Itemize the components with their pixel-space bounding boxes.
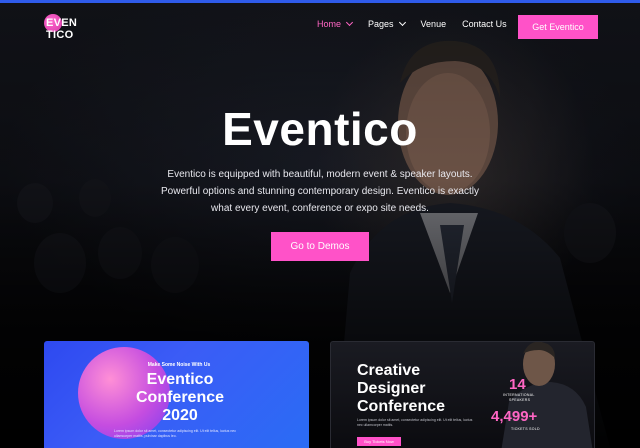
main-nav: Home Pages Venue Contact Us [317, 18, 523, 29]
card-title: Eventico Conference 2020 [110, 371, 250, 425]
brand-logo[interactable]: EVEN TICO [44, 14, 86, 44]
nav-item-pages[interactable]: Pages [368, 18, 406, 29]
nav-item-contact-label: Contact Us [462, 19, 507, 29]
card-body-text: Lorem ipsum dolor sit amet, consectetur … [114, 429, 236, 438]
speakers-count: 14 [509, 376, 526, 393]
nav-item-pages-label: Pages [368, 19, 394, 29]
nav-item-home-label: Home [317, 19, 342, 29]
buy-tickets-button[interactable]: Buy Tickets Now [357, 437, 401, 446]
card-title-line-1: Creative [357, 362, 421, 379]
card-title-line-1: Eventico [146, 371, 214, 388]
nav-item-contact[interactable]: Contact Us [462, 19, 507, 29]
go-to-demos-button[interactable]: Go to Demos [271, 232, 369, 261]
speakers-label-1: INTERNATIONAL [503, 393, 535, 397]
speakers-label-2: SPEAKERS [509, 398, 531, 402]
card-body-text: Lorem ipsum dolor sit amet, consectetur … [357, 418, 473, 427]
hero-title: Eventico [222, 103, 418, 155]
demo-card-eventico-conference[interactable]: Make Some Noise With Us Eventico Confere… [44, 341, 309, 448]
logo-text: EVEN TICO [46, 17, 86, 41]
tickets-count: 4,499+ [491, 408, 538, 425]
card-title-line-2: Conference [135, 389, 225, 406]
nav-item-venue[interactable]: Venue [421, 19, 447, 29]
card-title-line-3: 2020 [162, 407, 198, 424]
card-title-line-2: Designer [357, 380, 426, 397]
nav-item-venue-label: Venue [420, 19, 447, 29]
card-kicker: Make Some Noise With Us [147, 362, 211, 368]
get-eventico-button[interactable]: Get Eventico [518, 15, 598, 39]
tickets-label: TICKETS SOLD [511, 427, 540, 431]
hero-description: Eventico is equipped with beautiful, mod… [161, 169, 479, 214]
nav-item-home[interactable]: Home [317, 18, 354, 29]
card-title-line-3: Conference [357, 398, 446, 415]
chevron-down-icon [345, 18, 354, 27]
logo-line-2: TICO [46, 29, 74, 41]
chevron-down-icon [398, 18, 406, 27]
card-speaker-photo [501, 342, 593, 448]
logo-line-1: EVEN [46, 17, 78, 29]
card-title: Creative Designer Conference [357, 362, 487, 416]
demo-card-creative-designer[interactable]: Creative Designer Conference Lorem ipsum… [330, 341, 595, 448]
